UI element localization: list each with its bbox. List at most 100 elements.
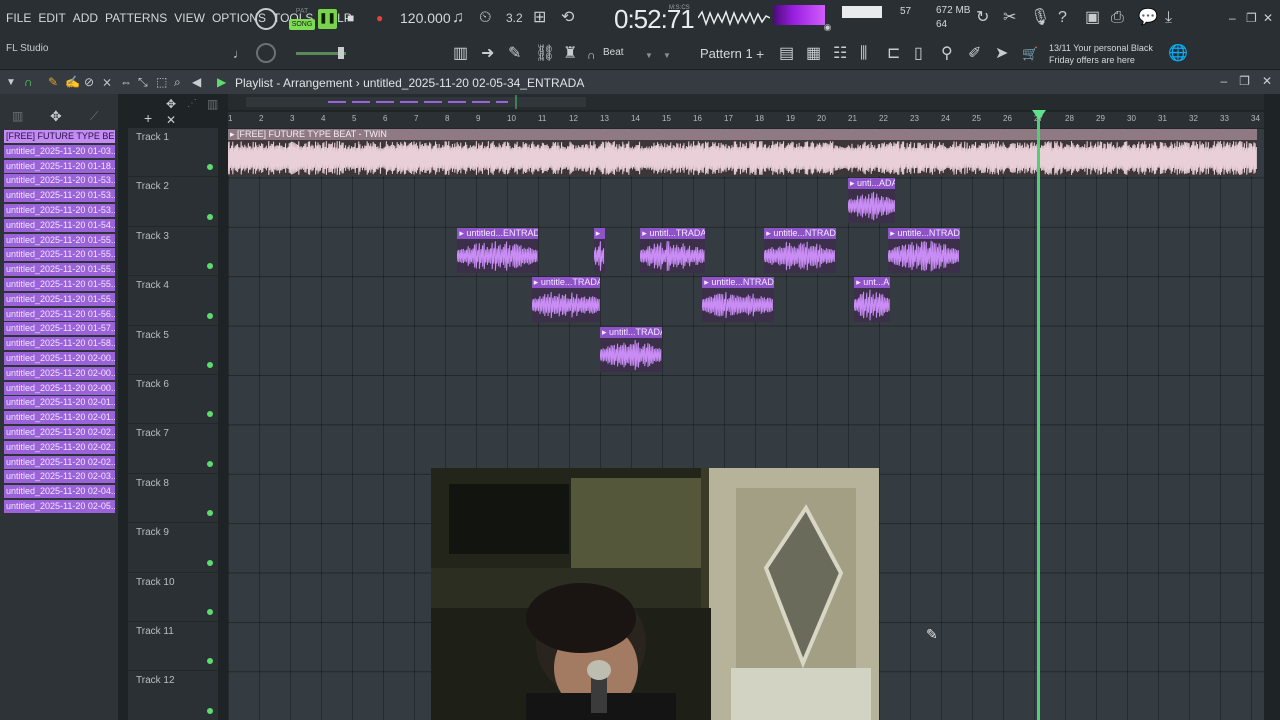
playlist-name[interactable]: Playlist - Arrangement bbox=[235, 76, 352, 90]
track-header[interactable]: Track 4 bbox=[128, 276, 218, 326]
picker-clip-item[interactable]: untitled_2025-11-20 01-57... bbox=[4, 322, 115, 336]
vocal-audio-clip[interactable]: ▸ untitle...NTRADA bbox=[888, 227, 960, 273]
picker-clip-item[interactable]: untitled_2025-11-20 01-55... bbox=[4, 233, 115, 247]
track-header[interactable]: Track 6 bbox=[128, 375, 218, 425]
paint-icon[interactable]: ✍ bbox=[65, 74, 80, 90]
clip-menu-icon[interactable]: ▸ bbox=[602, 327, 609, 337]
link-icon[interactable]: ⛓ bbox=[535, 46, 555, 62]
snap-selector[interactable]: Beat bbox=[603, 47, 624, 58]
picker-automation-icon[interactable]: ⟋ bbox=[90, 108, 98, 124]
record-button[interactable]: ● bbox=[376, 11, 388, 25]
picker-clip-item[interactable]: untitled_2025-11-20 01-53... bbox=[4, 204, 115, 217]
maximize-icon[interactable]: ❐ bbox=[1246, 10, 1257, 26]
picker-clip-item[interactable]: untitled_2025-11-20 01-53... bbox=[4, 174, 115, 188]
picker-clip-item[interactable]: untitled_2025-11-20 02-01... bbox=[4, 396, 115, 410]
countdown-icon[interactable]: 3.2 bbox=[506, 10, 523, 26]
clip-label[interactable]: ▸ untitle...NTRADA bbox=[764, 227, 836, 239]
overview-scrollbar[interactable] bbox=[228, 94, 1264, 110]
add-pattern-icon[interactable]: + bbox=[756, 46, 764, 62]
track-header[interactable]: Track 2 bbox=[128, 177, 218, 227]
slice-icon[interactable]: ⤡ bbox=[138, 74, 148, 90]
picker-clip-item[interactable]: untitled_2025-11-20 01-56... bbox=[4, 307, 115, 321]
playlist-icon[interactable]: ▤ bbox=[779, 46, 794, 62]
playlist-maximize-icon[interactable]: ❐ bbox=[1239, 74, 1250, 88]
wait-icon[interactable]: ⏲ bbox=[479, 10, 491, 26]
menu-edit[interactable]: EDIT bbox=[38, 11, 65, 25]
picker-clip-item[interactable]: untitled_2025-11-20 02-02... bbox=[4, 440, 115, 454]
select-icon[interactable]: ⬚ bbox=[156, 74, 167, 90]
picker-clip-item[interactable]: untitled_2025-11-20 01-54... bbox=[4, 218, 115, 232]
clip-label[interactable]: ▸ untitle...TRADA bbox=[531, 277, 600, 289]
stop-button[interactable]: ■ bbox=[347, 11, 359, 25]
globe-icon[interactable]: 🌐 bbox=[1168, 46, 1188, 62]
help-icon[interactable]: ? bbox=[1058, 10, 1067, 26]
vocal-audio-clip[interactable]: ▸ untitl...TRADA bbox=[600, 326, 662, 372]
brush-icon[interactable]: ✎ bbox=[508, 46, 521, 62]
master-pitch-knob-icon[interactable] bbox=[255, 8, 277, 30]
picker-clip-item[interactable]: untitled_2025-11-20 01-55... bbox=[4, 292, 115, 306]
playlist-minimize-icon[interactable]: – bbox=[1220, 74, 1227, 88]
mic-icon[interactable]: 🎙 bbox=[1030, 10, 1050, 26]
track-header[interactable]: Track 10 bbox=[128, 573, 218, 622]
picker-clip-item[interactable]: untitled_2025-11-20 01-55... bbox=[4, 263, 115, 277]
vocal-audio-clip[interactable]: ▸ untitl...TRADA bbox=[640, 227, 706, 273]
picker-clip-item[interactable]: untitled_2025-11-20 02-03... bbox=[4, 470, 115, 484]
undo-icon[interactable]: ↻ bbox=[976, 10, 989, 26]
playback-icon[interactable]: ◀ bbox=[192, 74, 201, 90]
project-name[interactable]: untitled_2025-11-20 02-05-34_ENTRADA bbox=[363, 76, 584, 90]
track-header[interactable]: Track 8 bbox=[128, 474, 218, 524]
pattern-dropdown-icon[interactable]: ▼ bbox=[663, 48, 671, 64]
add-track-icon[interactable]: + bbox=[144, 110, 152, 126]
menu-file[interactable]: FILE bbox=[6, 11, 31, 25]
tool-b-icon[interactable]: ▥ bbox=[207, 96, 218, 112]
clip-label[interactable]: ▸ untitle...NTRADA bbox=[702, 277, 774, 289]
zoom-icon[interactable]: ⌕ bbox=[174, 74, 181, 90]
vocal-audio-clip[interactable]: ▸ unti...ADA bbox=[848, 178, 895, 224]
track-header[interactable]: Track 7 bbox=[128, 424, 218, 474]
mixer-icon[interactable]: ⫼ bbox=[860, 46, 867, 62]
meter-knob-icon[interactable]: ◉ bbox=[823, 23, 832, 32]
track-enable-led[interactable] bbox=[207, 263, 213, 270]
track-header[interactable]: Track 3 bbox=[128, 227, 218, 277]
track-header[interactable]: Track 5 bbox=[128, 326, 218, 375]
vocal-audio-clip[interactable]: ▸ untitle...NTRADA bbox=[764, 227, 836, 273]
clip-label[interactable]: ▸ bbox=[593, 227, 605, 239]
clip-label[interactable]: ▸ [FREE] FUTURE TYPE BEAT - TWIN bbox=[228, 129, 1258, 140]
render-icon[interactable]: ⎙ bbox=[1111, 10, 1124, 26]
clip-label[interactable]: ▸ unt...A bbox=[854, 277, 890, 289]
picker-clip-item[interactable]: untitled_2025-11-20 01-55... bbox=[4, 278, 115, 291]
vocal-audio-clip[interactable]: ▸ unt...A bbox=[854, 277, 890, 323]
picker-audio-icon[interactable]: ✥ bbox=[50, 108, 62, 124]
picker-clip-item[interactable]: untitled_2025-11-20 02-00... bbox=[4, 366, 115, 380]
clip-label[interactable]: ▸ unti...ADA bbox=[848, 178, 895, 190]
picker-pattern-icon[interactable]: ▥ bbox=[12, 108, 23, 124]
clip-label[interactable]: ▸ untitle...NTRADA bbox=[888, 227, 960, 239]
menu-view[interactable]: VIEW bbox=[174, 11, 205, 25]
track-enable-led[interactable] bbox=[207, 559, 213, 566]
clip-menu-icon[interactable]: ▸ bbox=[534, 277, 541, 287]
picker-clip-item[interactable]: untitled_2025-11-20 02-00... bbox=[4, 352, 115, 365]
track-enable-led[interactable] bbox=[207, 411, 213, 418]
picker-clip-item[interactable]: untitled_2025-11-20 01-03... bbox=[4, 144, 115, 158]
vocal-audio-clip[interactable]: ▸ untitle...NTRADA bbox=[702, 277, 774, 323]
picker-clip-item[interactable]: [FREE] FUTURE TYPE BE... bbox=[4, 130, 115, 143]
menu-patterns[interactable]: PATTERNS bbox=[105, 11, 167, 25]
stamp-icon[interactable]: ♜ bbox=[563, 46, 577, 62]
vocal-audio-clip[interactable]: ▸ untitled...ENTRADA bbox=[457, 227, 538, 273]
shop-icon[interactable]: 🛒 bbox=[1022, 46, 1038, 62]
master-knob-icon[interactable] bbox=[256, 43, 276, 63]
track-enable-led[interactable] bbox=[207, 361, 213, 368]
track-header[interactable]: Track 11 bbox=[128, 622, 218, 672]
arrow-right-icon[interactable]: ➜ bbox=[481, 46, 494, 62]
pattern-song-toggle[interactable]: PAT SONG bbox=[289, 7, 315, 31]
download-icon[interactable]: ⤓ bbox=[1165, 10, 1172, 26]
tool-a-icon[interactable]: ⋰ bbox=[187, 96, 197, 112]
picker-clip-item[interactable]: untitled_2025-11-20 02-02... bbox=[4, 455, 115, 469]
loop-record-icon[interactable]: ⟲ bbox=[561, 10, 574, 26]
clip-menu-icon[interactable]: ▸ bbox=[230, 129, 237, 139]
pattern-selector[interactable]: Pattern 1 bbox=[700, 46, 753, 61]
slip-icon[interactable]: ⇔ bbox=[120, 74, 132, 90]
clip-label[interactable]: ▸ untitl...TRADA bbox=[600, 326, 662, 338]
master-volume-handle[interactable] bbox=[338, 47, 344, 59]
chat-icon[interactable]: 💬 bbox=[1138, 10, 1158, 26]
